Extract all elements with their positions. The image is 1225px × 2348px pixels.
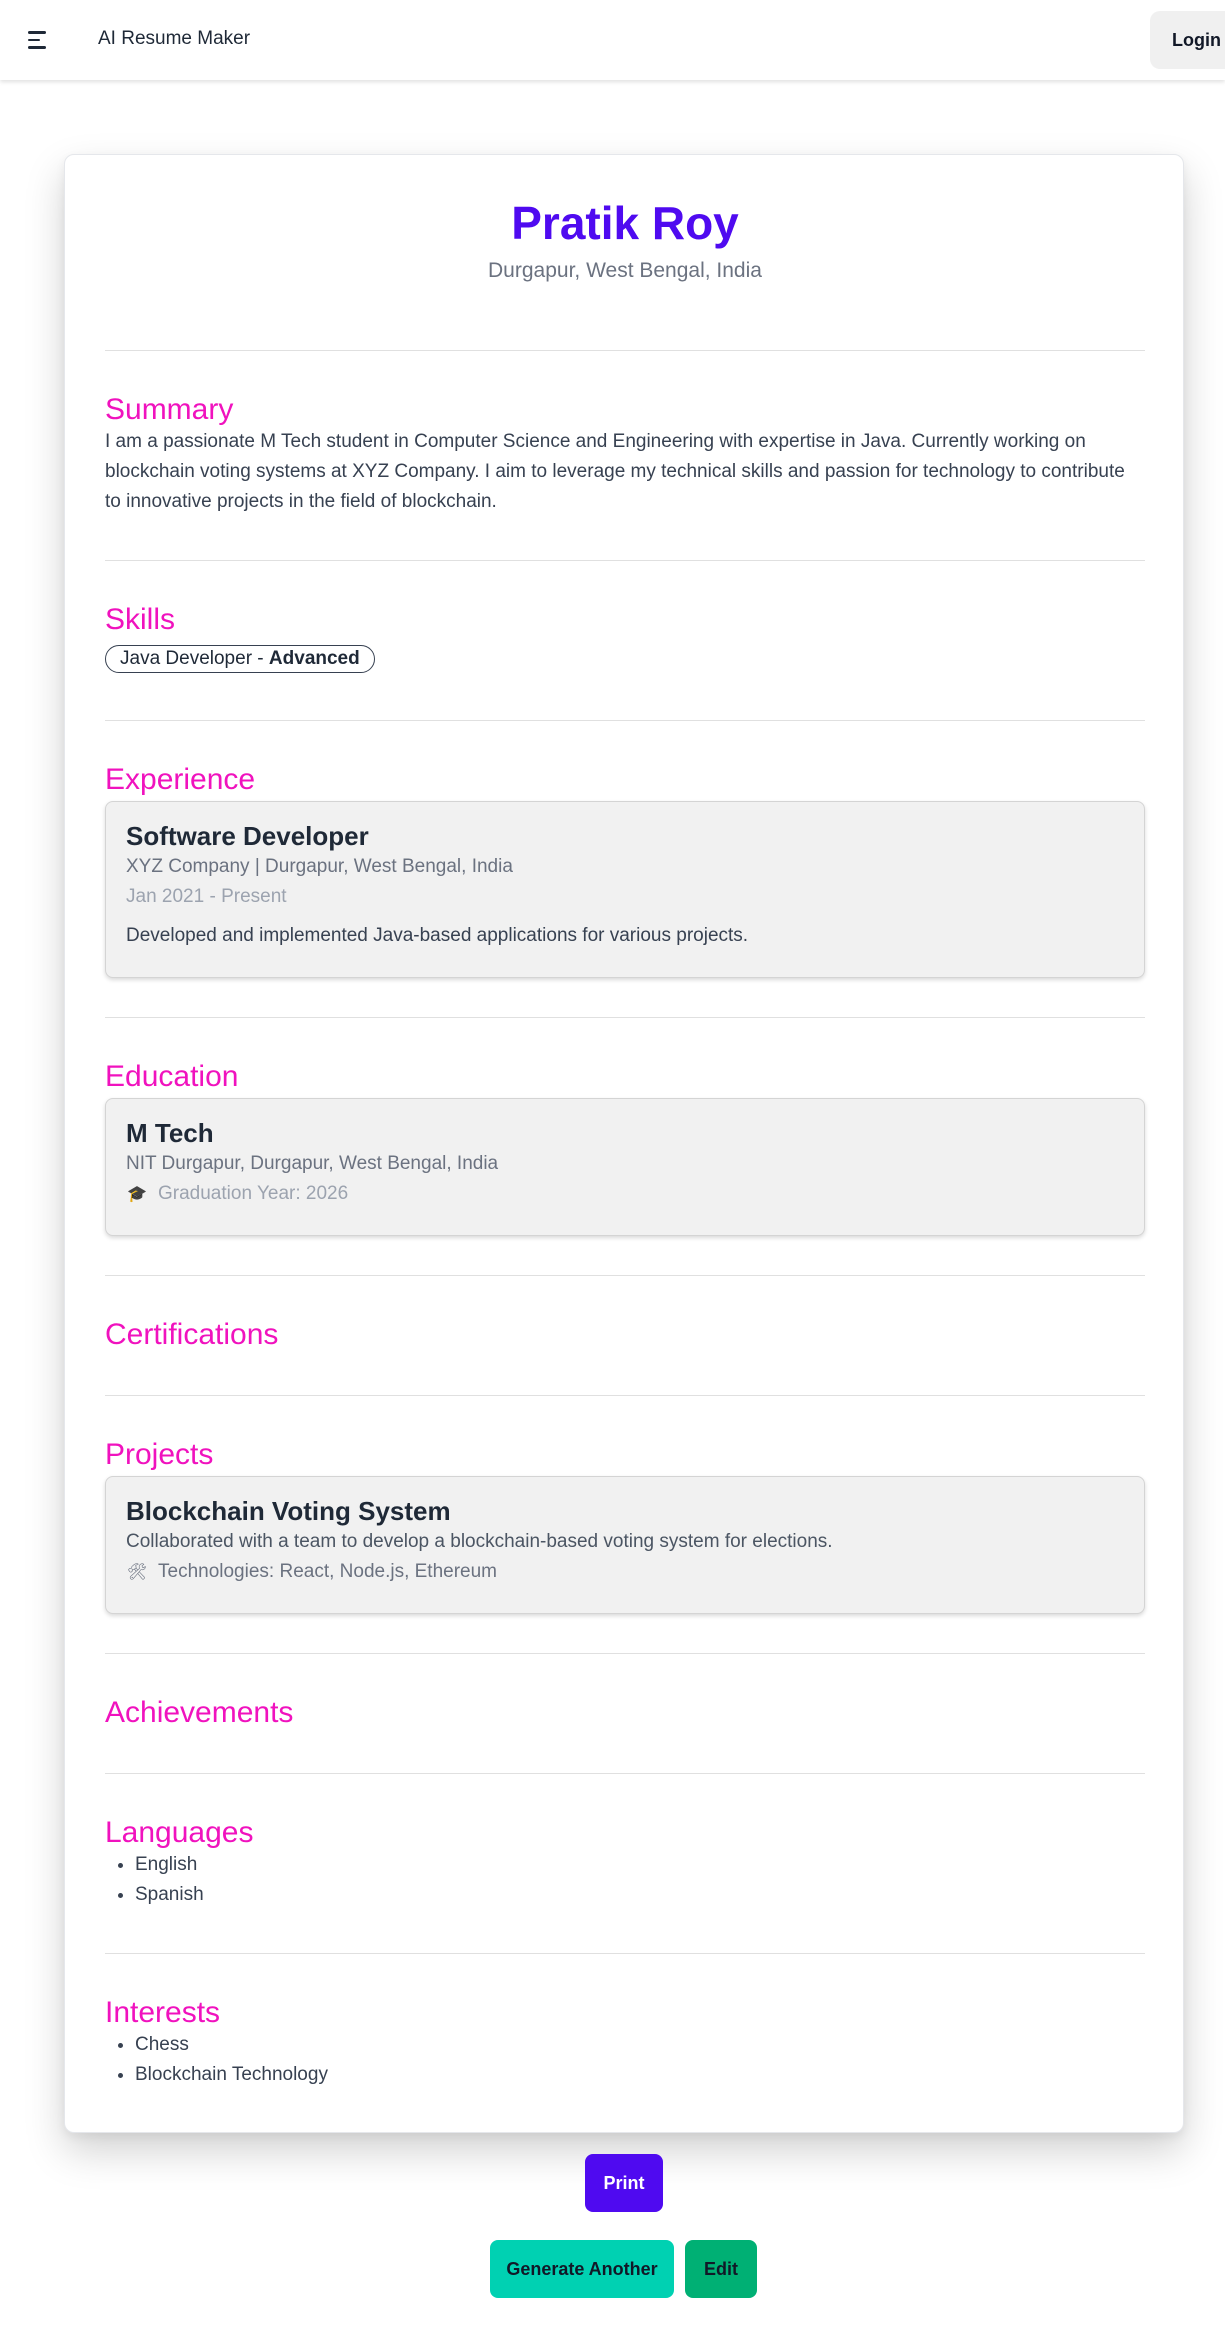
section-title: Projects xyxy=(105,1438,214,1471)
education-degree: M Tech xyxy=(126,1118,214,1148)
languages-section: Languages English Spanish xyxy=(105,1774,1145,1954)
tools-icon: 🛠 xyxy=(126,1564,148,1581)
graduation-cap-icon: 🎓 xyxy=(127,1186,147,1203)
project-card: Blockchain Voting System Collaborated wi… xyxy=(105,1476,1145,1614)
summary-section: Summary I am a passionate M Tech student… xyxy=(105,351,1145,561)
skill-name: Java Developer xyxy=(120,648,253,669)
print-button[interactable]: Print xyxy=(585,2154,663,2212)
login-button[interactable]: Login xyxy=(1150,11,1225,69)
skills-section: Skills Java Developer - Advanced xyxy=(105,561,1145,721)
edit-button[interactable]: Edit xyxy=(685,2240,757,2298)
skill-level: Advanced xyxy=(268,648,360,669)
section-title: Education xyxy=(105,1060,239,1093)
certifications-section: Certifications xyxy=(105,1276,1145,1396)
app-title[interactable]: AI Resume Maker xyxy=(98,28,250,50)
project-description: Collaborated with a team to develop a bl… xyxy=(126,1531,833,1552)
summary-text: I am a passionate M Tech student in Comp… xyxy=(105,431,1125,512)
graduation-year: Graduation Year: 2026 xyxy=(158,1183,349,1204)
project-technologies: 🛠 Technologies: React, Node.js, Ethereum xyxy=(126,1557,1124,1588)
project-name: Blockchain Voting System xyxy=(126,1496,451,1526)
section-title: Interests xyxy=(105,1996,221,2029)
resume-card: Pratik Roy Durgapur, West Bengal, India … xyxy=(64,154,1184,2133)
section-title: Experience xyxy=(105,763,256,796)
resume-location: Durgapur, West Bengal, India xyxy=(488,259,762,282)
list-item: English xyxy=(135,1850,1145,1880)
section-title: Summary xyxy=(105,393,234,426)
achievements-section: Achievements xyxy=(105,1654,1145,1774)
projects-section: Projects Blockchain Voting System Collab… xyxy=(105,1396,1145,1654)
section-title: Languages xyxy=(105,1816,254,1849)
resume-name: Pratik Roy xyxy=(511,197,739,249)
experience-card: Software Developer XYZ Company | Durgapu… xyxy=(105,801,1145,978)
generate-another-button[interactable]: Generate Another xyxy=(490,2240,674,2298)
list-item: Chess xyxy=(135,2030,1145,2060)
experience-description: Developed and implemented Java-based app… xyxy=(126,925,749,946)
project-tech-list: Technologies: React, Node.js, Ethereum xyxy=(158,1561,498,1582)
education-institution: NIT Durgapur, Durgapur, West Bengal, Ind… xyxy=(126,1153,499,1174)
experience-company: XYZ Company | Durgapur, West Bengal, Ind… xyxy=(126,856,513,877)
hamburger-menu-icon[interactable] xyxy=(28,26,56,54)
interests-list: Chess Blockchain Technology xyxy=(105,2030,1145,2090)
education-graduation: 🎓 Graduation Year: 2026 xyxy=(126,1179,1124,1210)
top-navbar: AI Resume Maker Login xyxy=(0,0,1225,80)
resume-header: Pratik Roy Durgapur, West Bengal, India xyxy=(105,155,1145,351)
languages-list: English Spanish xyxy=(105,1850,1145,1910)
skill-separator: - xyxy=(252,648,269,669)
list-item: Spanish xyxy=(135,1880,1145,1910)
skill-badge: Java Developer - Advanced xyxy=(105,645,375,673)
education-section: Education M Tech NIT Durgapur, Durgapur,… xyxy=(105,1018,1145,1276)
education-card: M Tech NIT Durgapur, Durgapur, West Beng… xyxy=(105,1098,1145,1236)
experience-role: Software Developer xyxy=(126,821,369,851)
list-item: Blockchain Technology xyxy=(135,2060,1145,2090)
experience-dates: Jan 2021 - Present xyxy=(126,886,287,907)
section-title: Skills xyxy=(105,603,176,636)
section-title: Achievements xyxy=(105,1696,294,1729)
experience-section: Experience Software Developer XYZ Compan… xyxy=(105,721,1145,1018)
interests-section: Interests Chess Blockchain Technology xyxy=(105,1954,1145,2134)
section-title: Certifications xyxy=(105,1318,279,1351)
